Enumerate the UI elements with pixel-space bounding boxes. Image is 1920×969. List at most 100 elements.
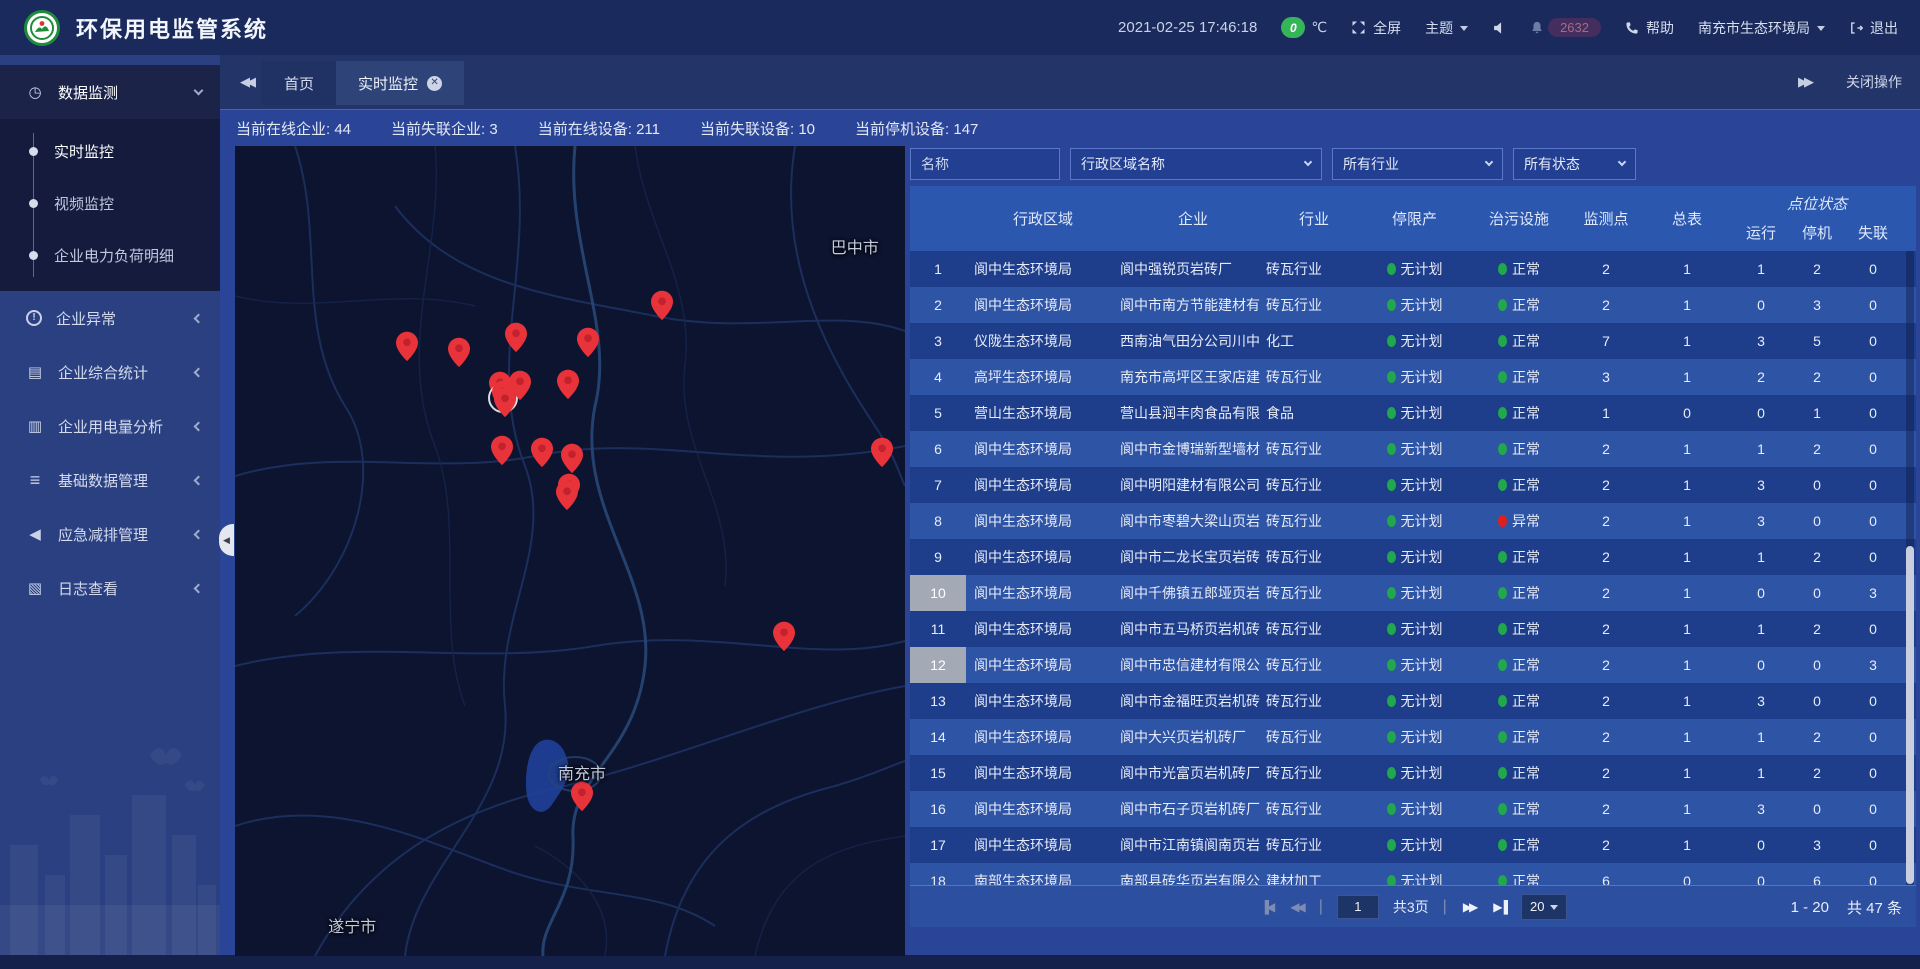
last-page-button[interactable]: ▶▐ (1491, 900, 1507, 914)
table-row[interactable]: 6阆中生态环境局阆中市金博瑞新型墙材砖瓦行业无计划正常21120 (910, 431, 1916, 467)
table-row[interactable]: 18南部生态环境局南部县砖华页岩有限公建材加工无计划正常60060 (910, 863, 1916, 885)
cell-facility: 正常 (1467, 835, 1571, 855)
table-row[interactable]: 12阆中生态环境局阆中市忠信建材有限公砖瓦行业无计划正常21003 (910, 647, 1916, 683)
map-pin[interactable] (448, 337, 470, 367)
org-dropdown[interactable]: 南充市生态环境局 (1698, 18, 1825, 38)
tab-realtime[interactable]: 实时监控✕ (336, 61, 464, 105)
table-row[interactable]: 2阆中生态环境局阆中市南方节能建材有砖瓦行业无计划正常21030 (910, 287, 1916, 323)
page-input[interactable] (1337, 895, 1379, 919)
cell-meter-count: 1 (1641, 765, 1733, 781)
map-roads (235, 146, 905, 956)
table-row[interactable]: 8阆中生态环境局阆中市枣碧大梁山页岩砖瓦行业无计划异常21300 (910, 503, 1916, 539)
notification-area[interactable]: 2632 (1530, 18, 1601, 37)
facility-status-dot (1498, 803, 1507, 815)
name-filter-input[interactable] (910, 148, 1060, 180)
map-pin[interactable] (773, 621, 795, 651)
map-pin[interactable] (396, 331, 418, 361)
region-filter-select[interactable]: 行政区域名称 (1070, 148, 1322, 180)
cell-industry: 砖瓦行业 (1266, 691, 1362, 711)
table-row[interactable]: 7阆中生态环境局阆中明阳建材有限公司砖瓦行业无计划正常21300 (910, 467, 1916, 503)
sidebar-subitem-power-load-detail[interactable]: 企业电力负荷明细 (0, 229, 220, 281)
map-pin[interactable] (556, 480, 578, 510)
speaker-button[interactable] (1492, 21, 1506, 35)
cell-monitor-count: 2 (1571, 477, 1641, 493)
table-row[interactable]: 4高坪生态环境局南充市高坪区王家店建砖瓦行业无计划正常31220 (910, 359, 1916, 395)
tabs-scroll-left-button[interactable]: ◀◀ (230, 74, 262, 90)
map-pin[interactable] (561, 443, 583, 473)
cell-index: 1 (910, 251, 966, 287)
table-scrollbar[interactable] (1906, 251, 1914, 885)
cell-lost-count: 0 (1845, 801, 1901, 817)
facility-status-dot (1498, 407, 1507, 419)
table-row[interactable]: 16阆中生态环境局阆中市石子页岩机砖厂砖瓦行业无计划正常21300 (910, 791, 1916, 827)
cell-industry: 砖瓦行业 (1266, 619, 1362, 639)
table-row[interactable]: 3仪陇生态环境局西南油气田分公司川中化工无计划正常71350 (910, 323, 1916, 359)
table-row[interactable]: 13阆中生态环境局阆中市金福旺页岩机砖砖瓦行业无计划正常21300 (910, 683, 1916, 719)
cell-company: 阆中市南方节能建材有 (1120, 295, 1266, 315)
tab-home[interactable]: 首页 (262, 61, 336, 105)
sidebar-item-power-usage-analysis[interactable]: ▥企业用电量分析 (0, 399, 220, 453)
col-header-stop: 停机 (1789, 216, 1845, 251)
page-size-select[interactable]: 20 (1521, 894, 1567, 920)
next-page-button[interactable]: ▶▶ (1461, 900, 1477, 914)
chevron-down-icon (1618, 158, 1626, 166)
cell-production: 无计划 (1362, 619, 1467, 639)
sidebar-item-label: 日志查看 (58, 578, 181, 599)
map-pin[interactable] (494, 387, 516, 417)
sidebar-item-enterprise-abnormal[interactable]: !企业异常 (0, 291, 220, 345)
tabs-scroll-right-button[interactable]: ▶▶ (1788, 74, 1820, 90)
logout-button[interactable]: 退出 (1849, 18, 1898, 38)
table-row[interactable]: 17阆中生态环境局阆中市江南镇阆南页岩砖瓦行业无计划正常21030 (910, 827, 1916, 863)
table-row[interactable]: 10阆中生态环境局阆中千佛镇五郎垭页岩砖瓦行业无计划正常21003 (910, 575, 1916, 611)
cell-region: 阆中生态环境局 (966, 511, 1120, 531)
cell-production: 无计划 (1362, 799, 1467, 819)
col-header-production: 停限产 (1362, 186, 1467, 251)
cell-lost-count: 0 (1845, 549, 1901, 565)
cell-facility: 正常 (1467, 691, 1571, 711)
table-row[interactable]: 1阆中生态环境局阆中强锐页岩砖厂砖瓦行业无计划正常21120 (910, 251, 1916, 287)
table-row[interactable]: 11阆中生态环境局阆中市五马桥页岩机砖砖瓦行业无计划正常21120 (910, 611, 1916, 647)
table-row[interactable]: 5营山生态环境局营山县润丰肉食品有限食品无计划正常10010 (910, 395, 1916, 431)
map-pin[interactable] (531, 438, 553, 468)
map-pin[interactable] (571, 782, 593, 812)
sidebar-subitem-realtime-monitor[interactable]: 实时监控 (0, 125, 220, 177)
sidebar-item-base-data-mgmt[interactable]: ≡基础数据管理 (0, 453, 220, 507)
map-pin[interactable] (491, 435, 513, 465)
help-button[interactable]: 帮助 (1625, 18, 1674, 38)
map-pin[interactable] (577, 327, 599, 357)
cell-region: 阆中生态环境局 (966, 799, 1120, 819)
bullet-icon (29, 199, 38, 208)
filter-bar: 行政区域名称 所有行业 所有状态 (910, 148, 1636, 180)
cell-industry: 食品 (1266, 403, 1362, 423)
table-row[interactable]: 9阆中生态环境局阆中市二龙长宝页岩砖砖瓦行业无计划正常21120 (910, 539, 1916, 575)
production-status-dot (1387, 587, 1396, 599)
table-row[interactable]: 15阆中生态环境局阆中市光富页岩机砖厂砖瓦行业无计划正常21120 (910, 755, 1916, 791)
cell-stop-count: 0 (1789, 693, 1845, 709)
tab-close-icon[interactable]: ✕ (427, 76, 442, 91)
map-panel[interactable]: 巴中市南充市遂宁市 (235, 146, 905, 956)
industry-filter-select[interactable]: 所有行业 (1332, 148, 1503, 180)
cell-run-count: 0 (1733, 657, 1789, 673)
map-pin[interactable] (651, 290, 673, 320)
cell-run-count: 3 (1733, 693, 1789, 709)
region-filter-value: 行政区域名称 (1081, 154, 1165, 174)
close-operations-button[interactable]: 关闭操作 (1846, 72, 1902, 92)
sidebar-item-enterprise-stats[interactable]: ▤企业综合统计 (0, 345, 220, 399)
prev-page-button[interactable]: ◀◀ (1288, 900, 1304, 914)
sidebar-item-log-view[interactable]: ▧日志查看 (0, 561, 220, 615)
status-filter-select[interactable]: 所有状态 (1513, 148, 1636, 180)
sidebar-item-data-monitoring[interactable]: ◷数据监测 (0, 65, 220, 119)
col-header-facility: 治污设施 (1467, 186, 1571, 251)
theme-dropdown[interactable]: 主题 (1425, 18, 1468, 38)
map-pin[interactable] (871, 438, 893, 468)
sidebar-item-emergency-reduction[interactable]: ◀应急减排管理 (0, 507, 220, 561)
map-pin[interactable] (505, 323, 527, 353)
map-pin[interactable] (557, 369, 579, 399)
first-page-button[interactable]: ▐◀ (1259, 900, 1275, 914)
col-header-point-status-group: 点位状态 运行 停机 失联 (1733, 186, 1901, 251)
table-row[interactable]: 14阆中生态环境局阆中大兴页岩机砖厂砖瓦行业无计划正常21120 (910, 719, 1916, 755)
scrollbar-thumb[interactable] (1906, 546, 1914, 884)
sidebar-subitem-video-monitor[interactable]: 视频监控 (0, 177, 220, 229)
fullscreen-button[interactable]: 全屏 (1351, 18, 1401, 38)
facility-status-dot (1498, 479, 1507, 491)
